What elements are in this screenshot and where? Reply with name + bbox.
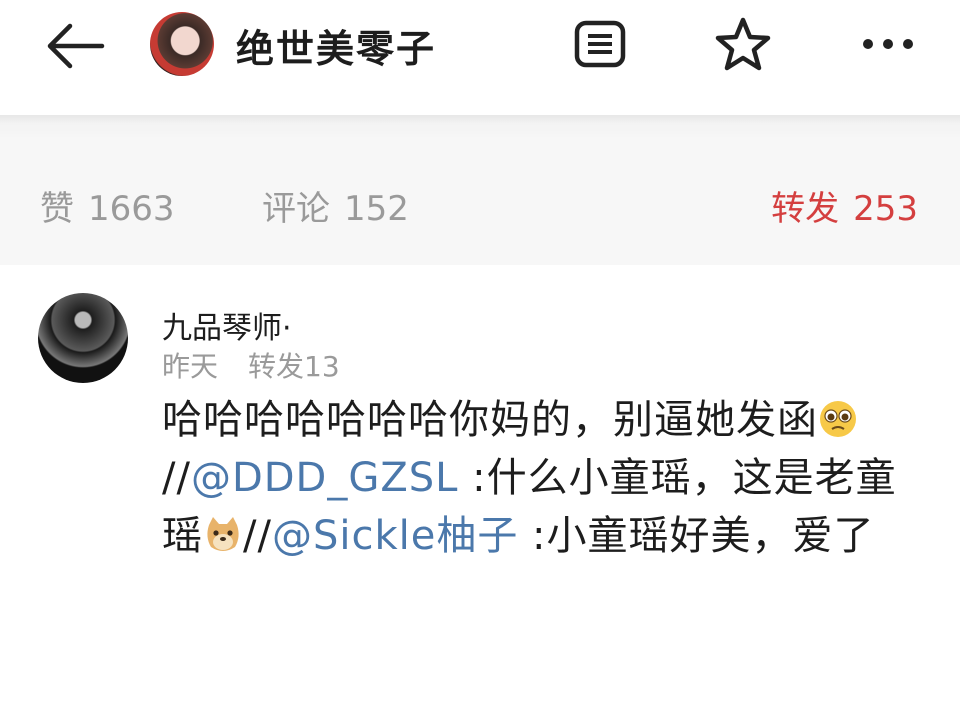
more-icon[interactable] [860, 36, 916, 52]
mention-link-1[interactable]: @DDD_GZSL [191, 455, 458, 501]
comment-time: 昨天 [162, 350, 219, 383]
comments-label: 评论 [262, 189, 330, 229]
tab-comments[interactable]: 评论 152 [262, 181, 409, 230]
comment-text-part1: 哈哈哈哈哈哈哈你妈的，别逼她发函 [162, 397, 818, 443]
doge-emoji-icon [207, 517, 239, 551]
tab-likes[interactable]: 赞 1663 [40, 181, 175, 230]
page-title[interactable]: 绝世美零子 [236, 18, 436, 73]
star-icon[interactable] [714, 16, 772, 72]
list-item: 九品琴师· 昨天 转发13 哈哈哈哈哈哈哈你妈的，别逼她发函//@DDD_GZSL… [0, 265, 960, 721]
comment-repost-count: 转发13 [248, 350, 340, 383]
comment-sep2: // [243, 513, 272, 559]
likes-count: 1663 [88, 189, 175, 229]
avatar[interactable] [38, 293, 128, 383]
comment-username[interactable]: 九品琴师· [162, 303, 292, 347]
comment-meta: 昨天 转发13 [162, 345, 340, 385]
mention-link-2[interactable]: @Sickle柚子 [272, 513, 518, 559]
comment-text-part3: :小童瑶好美，爱了 [518, 513, 875, 559]
comments-count: 152 [344, 189, 409, 229]
header-shadow [0, 115, 960, 137]
author-avatar[interactable] [150, 12, 214, 76]
top-bar: 绝世美零子 [0, 0, 960, 115]
reposts-label: 转发 [771, 189, 840, 229]
reposts-count: 253 [853, 189, 918, 229]
list-icon[interactable] [574, 20, 626, 68]
comment-text: 哈哈哈哈哈哈哈你妈的，别逼她发函//@DDD_GZSL :什么小童瑶，这是老童瑶… [162, 391, 922, 565]
likes-label: 赞 [40, 189, 74, 229]
stats-bar: 赞 1663 评论 152 转发 253 [0, 137, 960, 265]
comment-sep1: // [162, 455, 191, 501]
pleading-face-emoji-icon [820, 401, 856, 437]
tab-reposts[interactable]: 转发 253 [771, 181, 918, 230]
back-arrow-icon[interactable] [44, 22, 108, 70]
